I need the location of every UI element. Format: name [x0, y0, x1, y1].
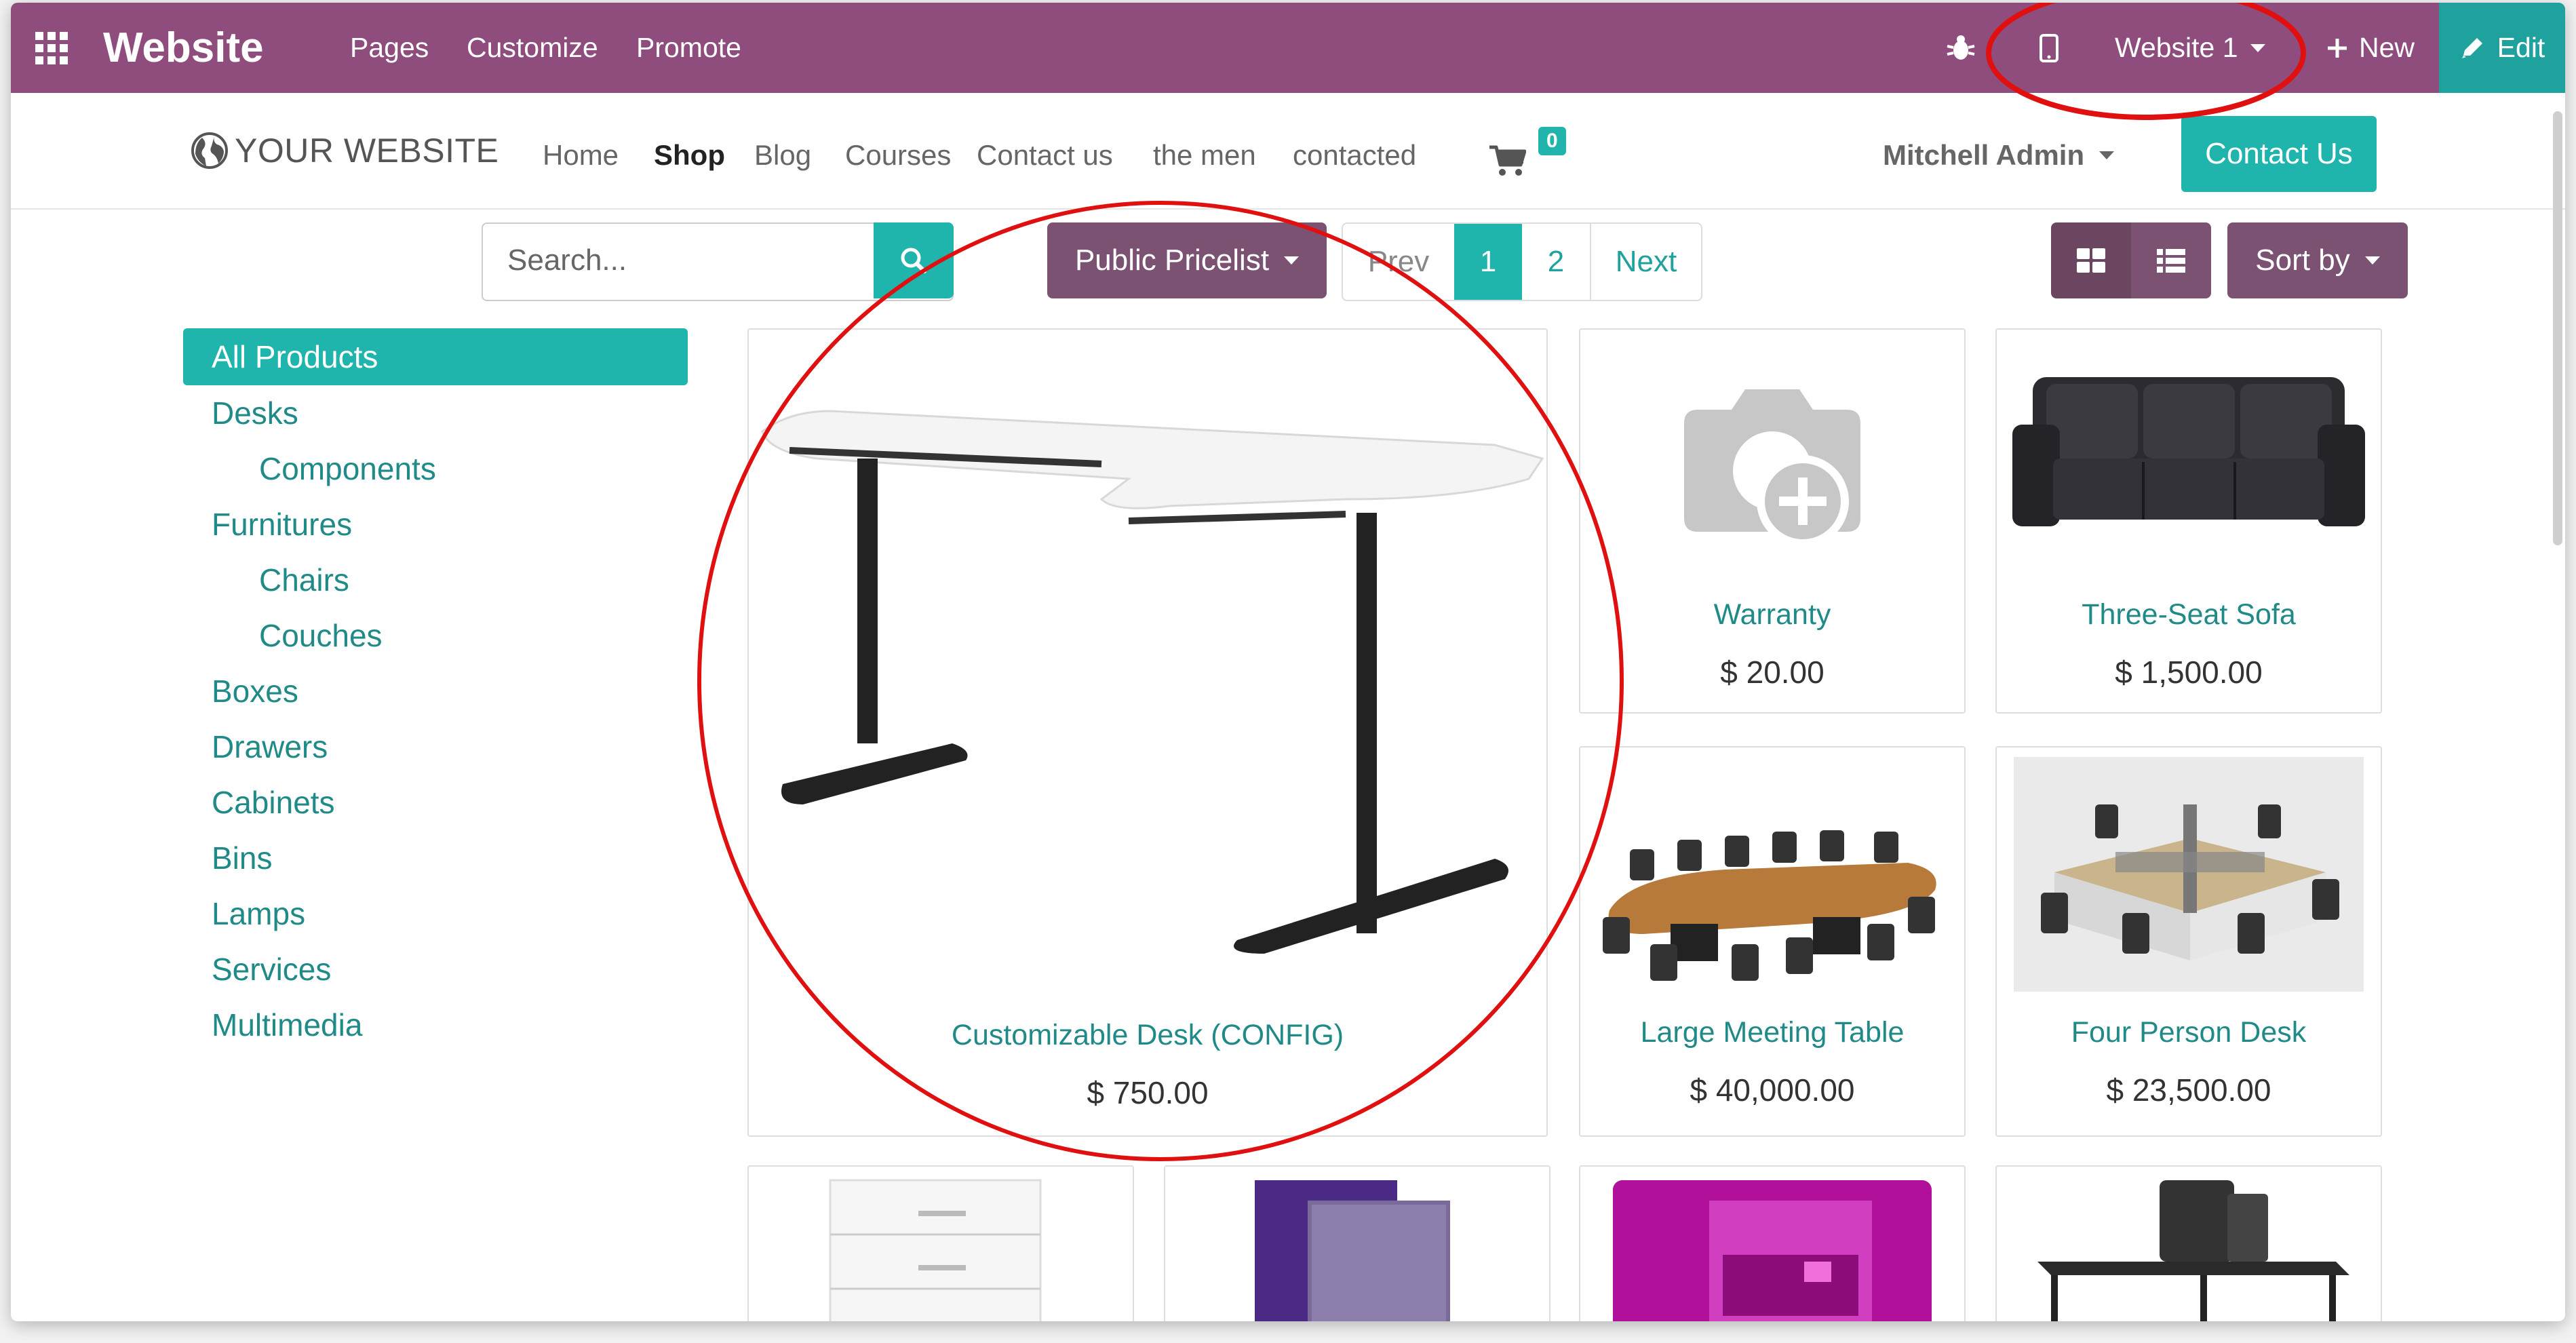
bug-icon[interactable] [1945, 3, 1976, 93]
product-name[interactable]: Customizable Desk (CONFIG) [749, 1019, 1546, 1052]
logo-text: YOUR WEBSITE [235, 132, 499, 170]
chevron-down-icon [2250, 43, 2265, 52]
product-search [482, 222, 954, 301]
camera-placeholder-icon [1684, 389, 1860, 547]
search-input[interactable] [506, 243, 889, 278]
pricelist-label: Public Pricelist [1074, 244, 1270, 277]
new-button[interactable]: New [2325, 3, 2415, 93]
product-card-three-seat-sofa[interactable]: Three-Seat Sofa $ 1,500.00 [1995, 328, 2382, 714]
product-name[interactable]: Large Meeting Table [1580, 1016, 1964, 1049]
product-card-drawer[interactable] [747, 1165, 1134, 1321]
apps-grid-icon[interactable] [34, 3, 69, 93]
nav-courses[interactable]: Courses [845, 139, 951, 172]
product-image-drawer [829, 1179, 1042, 1321]
cart-count-badge: 0 [1538, 127, 1566, 155]
pager-page-1[interactable]: 1 [1454, 224, 1522, 300]
scrollbar[interactable] [2553, 111, 2562, 545]
product-price: $ 20.00 [1720, 655, 1824, 690]
website-selector[interactable]: Website 1 [2115, 3, 2265, 93]
product-image-four-person-desk [2014, 757, 2364, 992]
chevron-down-icon [1284, 256, 1300, 265]
pager-prev[interactable]: Prev [1343, 224, 1454, 300]
chevron-down-icon [2364, 256, 2380, 265]
product-card-warranty[interactable]: Warranty $ 20.00 [1579, 328, 1966, 714]
search-button[interactable] [874, 222, 954, 298]
sort-label: Sort by [2255, 244, 2350, 277]
menu-pages[interactable]: Pages [350, 3, 429, 93]
product-image-booth [1613, 1180, 1932, 1321]
website-selector-label: Website 1 [2115, 32, 2238, 63]
pricelist-dropdown[interactable]: Public Pricelist [1047, 222, 1327, 298]
category-cabinets[interactable]: Cabinets [212, 784, 335, 821]
plus-icon [2328, 38, 2347, 58]
product-card-panels[interactable] [1164, 1165, 1550, 1321]
app-title[interactable]: Website [103, 3, 264, 93]
view-toggle [2051, 222, 2211, 298]
category-services[interactable]: Services [212, 951, 331, 988]
product-image-desk-with-panels [2037, 1180, 2349, 1321]
product-price: $ 1,500.00 [2115, 655, 2263, 690]
pagination: Prev 1 2 Next [1342, 222, 1702, 301]
new-button-label: New [2359, 32, 2415, 63]
menu-promote[interactable]: Promote [636, 3, 741, 93]
product-image-panels [1255, 1180, 1450, 1321]
odoo-top-bar: Website Pages Customize Promote Website … [11, 3, 2565, 93]
category-bins[interactable]: Bins [212, 840, 272, 876]
search-icon [901, 248, 926, 273]
category-drawers[interactable]: Drawers [212, 728, 328, 765]
product-price: $ 40,000.00 [1690, 1072, 1855, 1108]
product-image-meeting-table [1603, 830, 1936, 981]
mobile-preview-icon[interactable] [2039, 3, 2059, 93]
product-price: $ 750.00 [1087, 1075, 1209, 1110]
grid-view-icon [2077, 248, 2105, 273]
nav-contact-us[interactable]: Contact us [977, 139, 1113, 172]
nav-blog[interactable]: Blog [754, 139, 811, 172]
edit-button[interactable]: Edit [2439, 3, 2565, 93]
user-menu[interactable]: Mitchell Admin [1883, 139, 2115, 172]
category-chairs[interactable]: Chairs [259, 562, 349, 598]
shopping-cart-icon [1489, 145, 1526, 176]
list-view-button[interactable] [2131, 222, 2211, 298]
pager-next[interactable]: Next [1591, 224, 1701, 300]
product-name[interactable]: Four Person Desk [1997, 1016, 2381, 1049]
chevron-down-icon [2099, 151, 2115, 159]
product-card-four-person-desk[interactable]: Four Person Desk $ 23,500.00 [1995, 746, 2382, 1137]
category-all-products[interactable]: All Products [183, 328, 688, 385]
browser-window: Website Pages Customize Promote Website … [11, 3, 2565, 1321]
product-image-sofa [2012, 377, 2365, 526]
product-name[interactable]: Three-Seat Sofa [1997, 598, 2381, 631]
nav-the-men[interactable]: the men [1153, 139, 1256, 172]
user-name: Mitchell Admin [1883, 139, 2085, 171]
product-price: $ 23,500.00 [2106, 1072, 2271, 1108]
list-view-icon [2157, 249, 2185, 273]
pencil-icon [2461, 37, 2482, 58]
edit-button-label: Edit [2497, 32, 2545, 63]
contact-us-button[interactable]: Contact Us [2181, 116, 2377, 192]
menu-customize[interactable]: Customize [467, 3, 598, 93]
nav-contacted[interactable]: contacted [1293, 139, 1416, 172]
product-card-customizable-desk[interactable]: Customizable Desk (CONFIG) $ 750.00 [747, 328, 1548, 1137]
category-multimedia[interactable]: Multimedia [212, 1007, 362, 1043]
pager-page-2[interactable]: 2 [1522, 224, 1591, 300]
nav-shop[interactable]: Shop [654, 139, 725, 172]
category-couches[interactable]: Couches [259, 617, 383, 654]
sort-dropdown[interactable]: Sort by [2227, 222, 2408, 298]
product-card-desk-with-panels[interactable] [1995, 1165, 2382, 1321]
category-desks[interactable]: Desks [212, 395, 298, 431]
product-image-desk [761, 410, 1544, 954]
product-card-booth[interactable] [1579, 1165, 1966, 1321]
site-header: YOUR WEBSITE Home Shop Blog Courses Cont… [11, 93, 2565, 210]
site-logo[interactable]: YOUR WEBSITE [190, 131, 499, 170]
category-components[interactable]: Components [259, 450, 436, 487]
product-name[interactable]: Warranty [1580, 598, 1964, 631]
globe-icon [191, 132, 228, 169]
category-lamps[interactable]: Lamps [212, 895, 305, 932]
category-boxes[interactable]: Boxes [212, 673, 298, 709]
product-card-large-meeting-table[interactable]: Large Meeting Table $ 40,000.00 [1579, 746, 1966, 1137]
nav-home[interactable]: Home [543, 139, 619, 172]
category-furnitures[interactable]: Furnitures [212, 506, 352, 543]
grid-view-button[interactable] [2051, 222, 2131, 298]
